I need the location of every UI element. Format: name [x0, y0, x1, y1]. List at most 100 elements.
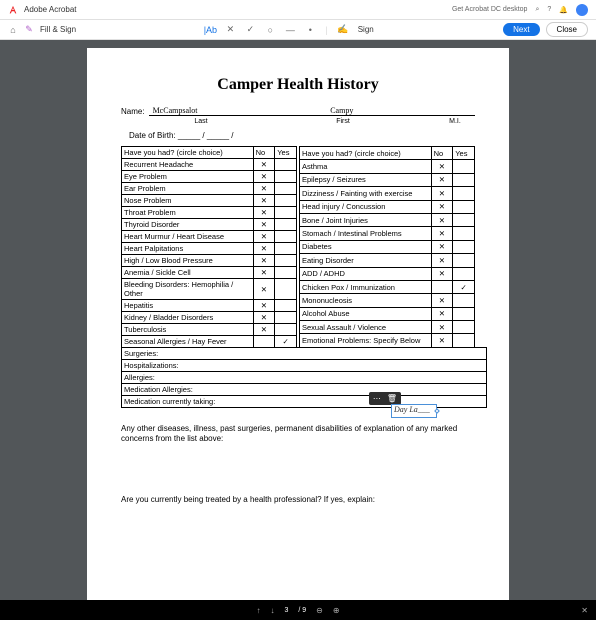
fillsign-icon[interactable]: ✎: [24, 25, 34, 35]
page-up-icon[interactable]: ↑: [256, 606, 260, 615]
no-cell[interactable]: ✕: [253, 267, 275, 279]
page-current[interactable]: 3: [284, 607, 288, 614]
table-row: Seasonal Allergies / Hay Fever✓: [122, 336, 297, 348]
question-cell: Heart Murmur / Heart Disease: [122, 231, 254, 243]
page-down-icon[interactable]: ↓: [270, 606, 274, 615]
yes-cell[interactable]: [453, 160, 475, 173]
no-cell[interactable]: ✕: [431, 321, 453, 334]
zoom-in-icon[interactable]: ⊕: [333, 606, 340, 615]
no-cell[interactable]: ✕: [431, 307, 453, 320]
yes-cell[interactable]: [275, 159, 297, 171]
app-name: Adobe Acrobat: [24, 5, 76, 14]
yes-cell[interactable]: [275, 267, 297, 279]
yes-cell[interactable]: [275, 300, 297, 312]
yes-cell[interactable]: [275, 171, 297, 183]
no-cell[interactable]: ✕: [431, 187, 453, 200]
table-row: Ear Problem✕: [122, 183, 297, 195]
yes-cell[interactable]: [453, 240, 475, 253]
yes-cell[interactable]: [275, 312, 297, 324]
no-cell[interactable]: ✕: [253, 183, 275, 195]
no-cell[interactable]: ✕: [253, 279, 275, 300]
no-cell[interactable]: [431, 280, 453, 293]
yes-cell[interactable]: [275, 195, 297, 207]
document-canvas[interactable]: Camper Health History Name: McCampsalot …: [0, 40, 596, 600]
no-cell[interactable]: ✕: [253, 219, 275, 231]
no-cell[interactable]: [253, 336, 275, 348]
x-tool-icon[interactable]: ✕: [225, 25, 235, 35]
yes-cell[interactable]: [453, 294, 475, 307]
yes-cell[interactable]: [275, 255, 297, 267]
yes-cell[interactable]: [275, 231, 297, 243]
signature-field[interactable]: Day La___: [391, 404, 437, 418]
yes-cell[interactable]: [275, 324, 297, 336]
sig-more-icon[interactable]: ⋯: [373, 394, 381, 403]
home-icon[interactable]: ⌂: [8, 25, 18, 35]
no-cell[interactable]: ✕: [253, 324, 275, 336]
fullrow-cell[interactable]: Allergies:: [122, 372, 487, 384]
text-tool-icon[interactable]: |Ab: [205, 25, 215, 35]
yes-cell[interactable]: [275, 183, 297, 195]
no-cell[interactable]: ✕: [253, 207, 275, 219]
yes-cell[interactable]: [453, 173, 475, 186]
dob-label[interactable]: Date of Birth: _____ / _____ /: [121, 131, 475, 140]
no-cell[interactable]: ✕: [253, 171, 275, 183]
footer-close-icon[interactable]: ✕: [581, 606, 588, 615]
no-cell[interactable]: ✕: [253, 300, 275, 312]
no-cell[interactable]: ✕: [253, 195, 275, 207]
close-button[interactable]: Close: [546, 22, 588, 37]
yes-cell[interactable]: [275, 219, 297, 231]
no-cell[interactable]: ✕: [253, 231, 275, 243]
no-cell[interactable]: ✕: [253, 243, 275, 255]
no-cell[interactable]: ✕: [431, 227, 453, 240]
sign-tool-icon[interactable]: ✍: [338, 25, 348, 35]
no-cell[interactable]: ✕: [431, 334, 453, 348]
yes-cell[interactable]: [453, 307, 475, 320]
table-row: Heart Palpitations✕: [122, 243, 297, 255]
firstname-value[interactable]: Campy: [330, 106, 353, 115]
no-cell[interactable]: ✕: [431, 213, 453, 226]
zoom-out-icon[interactable]: ⊖: [316, 606, 323, 615]
yes-cell[interactable]: [453, 213, 475, 226]
yes-cell[interactable]: [453, 200, 475, 213]
sig-delete-icon[interactable]: 🗑: [387, 394, 397, 403]
mi-field[interactable]: [435, 115, 475, 116]
line-tool-icon[interactable]: —: [285, 25, 295, 35]
no-cell[interactable]: ✕: [253, 312, 275, 324]
yes-cell[interactable]: [275, 207, 297, 219]
yes-cell[interactable]: [453, 187, 475, 200]
no-cell[interactable]: ✕: [431, 254, 453, 267]
no-cell[interactable]: ✕: [431, 173, 453, 186]
yes-cell[interactable]: [453, 321, 475, 334]
help-icon[interactable]: ?: [547, 6, 551, 13]
yes-cell[interactable]: [275, 243, 297, 255]
no-cell[interactable]: ✕: [431, 160, 453, 173]
no-cell[interactable]: ✕: [431, 200, 453, 213]
yes-cell[interactable]: [275, 279, 297, 300]
question-cell: Heart Palpitations: [122, 243, 254, 255]
fullrow-cell[interactable]: Hospitalizations:: [122, 360, 487, 372]
no-cell[interactable]: ✕: [253, 255, 275, 267]
search-icon[interactable]: ⌕: [535, 6, 539, 14]
bell-icon[interactable]: 🔔: [559, 6, 568, 14]
fullrow-cell[interactable]: Medication Allergies:: [122, 384, 487, 396]
fullrow-cell[interactable]: Surgeries:: [122, 348, 487, 360]
no-cell[interactable]: ✕: [253, 159, 275, 171]
yes-cell[interactable]: ✓: [275, 336, 297, 348]
yes-cell[interactable]: [453, 334, 475, 348]
no-cell[interactable]: ✕: [431, 267, 453, 280]
yes-cell[interactable]: [453, 267, 475, 280]
no-cell[interactable]: ✕: [431, 240, 453, 253]
lastname-value[interactable]: McCampsalot: [153, 106, 198, 115]
get-desktop-link[interactable]: Get Acrobat DC desktop: [452, 6, 527, 13]
table-row: Hepatitis✕: [122, 300, 297, 312]
yes-cell[interactable]: ✓: [453, 280, 475, 293]
no-cell[interactable]: ✕: [431, 294, 453, 307]
circle-tool-icon[interactable]: ○: [265, 25, 275, 35]
dot-tool-icon[interactable]: •: [305, 25, 315, 35]
avatar[interactable]: [576, 4, 588, 16]
yes-cell[interactable]: [453, 227, 475, 240]
yes-cell[interactable]: [453, 254, 475, 267]
check-tool-icon[interactable]: ✓: [245, 25, 255, 35]
next-button[interactable]: Next: [503, 23, 539, 36]
right-table: Have you had? (circle choice)NoYes Asthm…: [299, 146, 475, 348]
